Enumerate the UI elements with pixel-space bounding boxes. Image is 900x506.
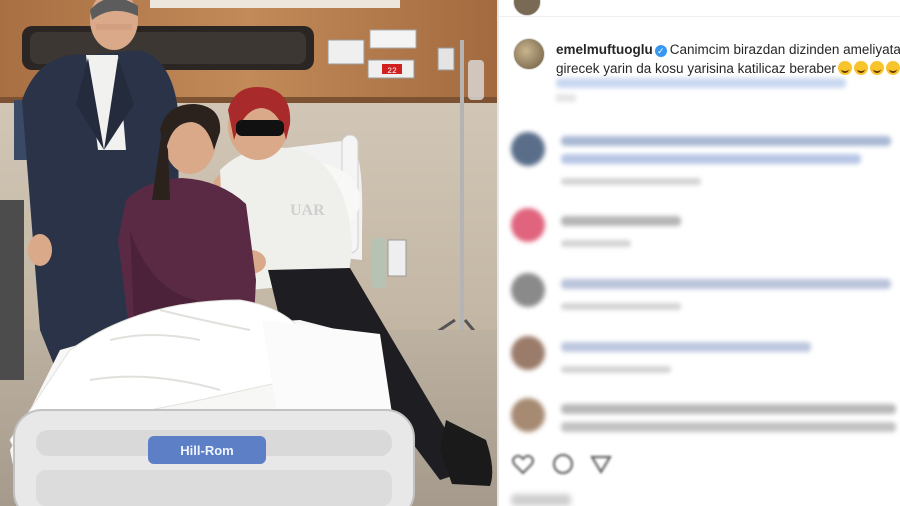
comment-meta-blurred bbox=[561, 178, 701, 185]
comment-item bbox=[511, 336, 900, 386]
comment-item bbox=[511, 132, 900, 185]
comment-item bbox=[511, 208, 900, 258]
caption-text: emelmuftuoglu ✓ Canimcim birazdan dizinden… bbox=[556, 40, 900, 78]
comment-text-blurred bbox=[561, 154, 861, 164]
comment-item bbox=[511, 398, 900, 448]
caption-line-2: girecek yarin da kosu yarisina katilicaz… bbox=[556, 61, 836, 76]
comment-meta-blurred bbox=[561, 366, 671, 373]
comment-item bbox=[511, 273, 900, 323]
comment-text-blurred bbox=[561, 216, 681, 226]
laughing-emoji-icon bbox=[837, 61, 852, 75]
verified-badge-icon: ✓ bbox=[654, 45, 667, 57]
comment-text-blurred bbox=[561, 404, 896, 414]
caption-line-1: Canimcim birazdan dizinden ameliyata bbox=[669, 42, 900, 57]
post-sidebar: emelmuftuoglu ✓ Canimcim birazdan dizinden… bbox=[499, 0, 900, 506]
comment-text-blurred bbox=[561, 342, 811, 352]
comment-text-blurred bbox=[561, 279, 891, 289]
caption-username[interactable]: emelmuftuoglu bbox=[556, 42, 653, 57]
comment-icon[interactable] bbox=[551, 452, 575, 476]
comment-text-blurred bbox=[561, 422, 896, 432]
comment-avatar[interactable] bbox=[511, 398, 545, 432]
caption-time-blurred bbox=[556, 94, 576, 102]
share-icon[interactable] bbox=[589, 452, 613, 476]
caption-hashtags-blurred bbox=[556, 78, 846, 88]
post-header bbox=[499, 0, 900, 17]
comment-avatar[interactable] bbox=[511, 273, 545, 307]
comment-avatar[interactable] bbox=[511, 208, 545, 242]
likes-blurred bbox=[511, 494, 571, 506]
header-avatar[interactable] bbox=[513, 0, 541, 16]
hospital-room-photo: 22 UAR Hill-Rom bbox=[0, 0, 497, 506]
laughing-emoji-icon bbox=[869, 61, 884, 75]
comment-avatar[interactable] bbox=[511, 132, 545, 166]
comment-meta-blurred bbox=[561, 303, 681, 310]
laughing-emoji-icon bbox=[885, 61, 900, 75]
comment-meta-blurred bbox=[561, 240, 631, 247]
svg-text:UAR: UAR bbox=[290, 202, 325, 219]
laughing-emoji-icon bbox=[853, 61, 868, 75]
caption-avatar[interactable] bbox=[513, 38, 545, 70]
bed-brand-label: Hill-Rom bbox=[180, 443, 233, 458]
heart-icon[interactable] bbox=[511, 452, 535, 476]
comment-text-blurred bbox=[561, 136, 891, 146]
comment-avatar[interactable] bbox=[511, 336, 545, 370]
post-photo[interactable]: 22 UAR Hill-Rom bbox=[0, 0, 497, 506]
monitor-readout: 22 bbox=[387, 67, 397, 76]
